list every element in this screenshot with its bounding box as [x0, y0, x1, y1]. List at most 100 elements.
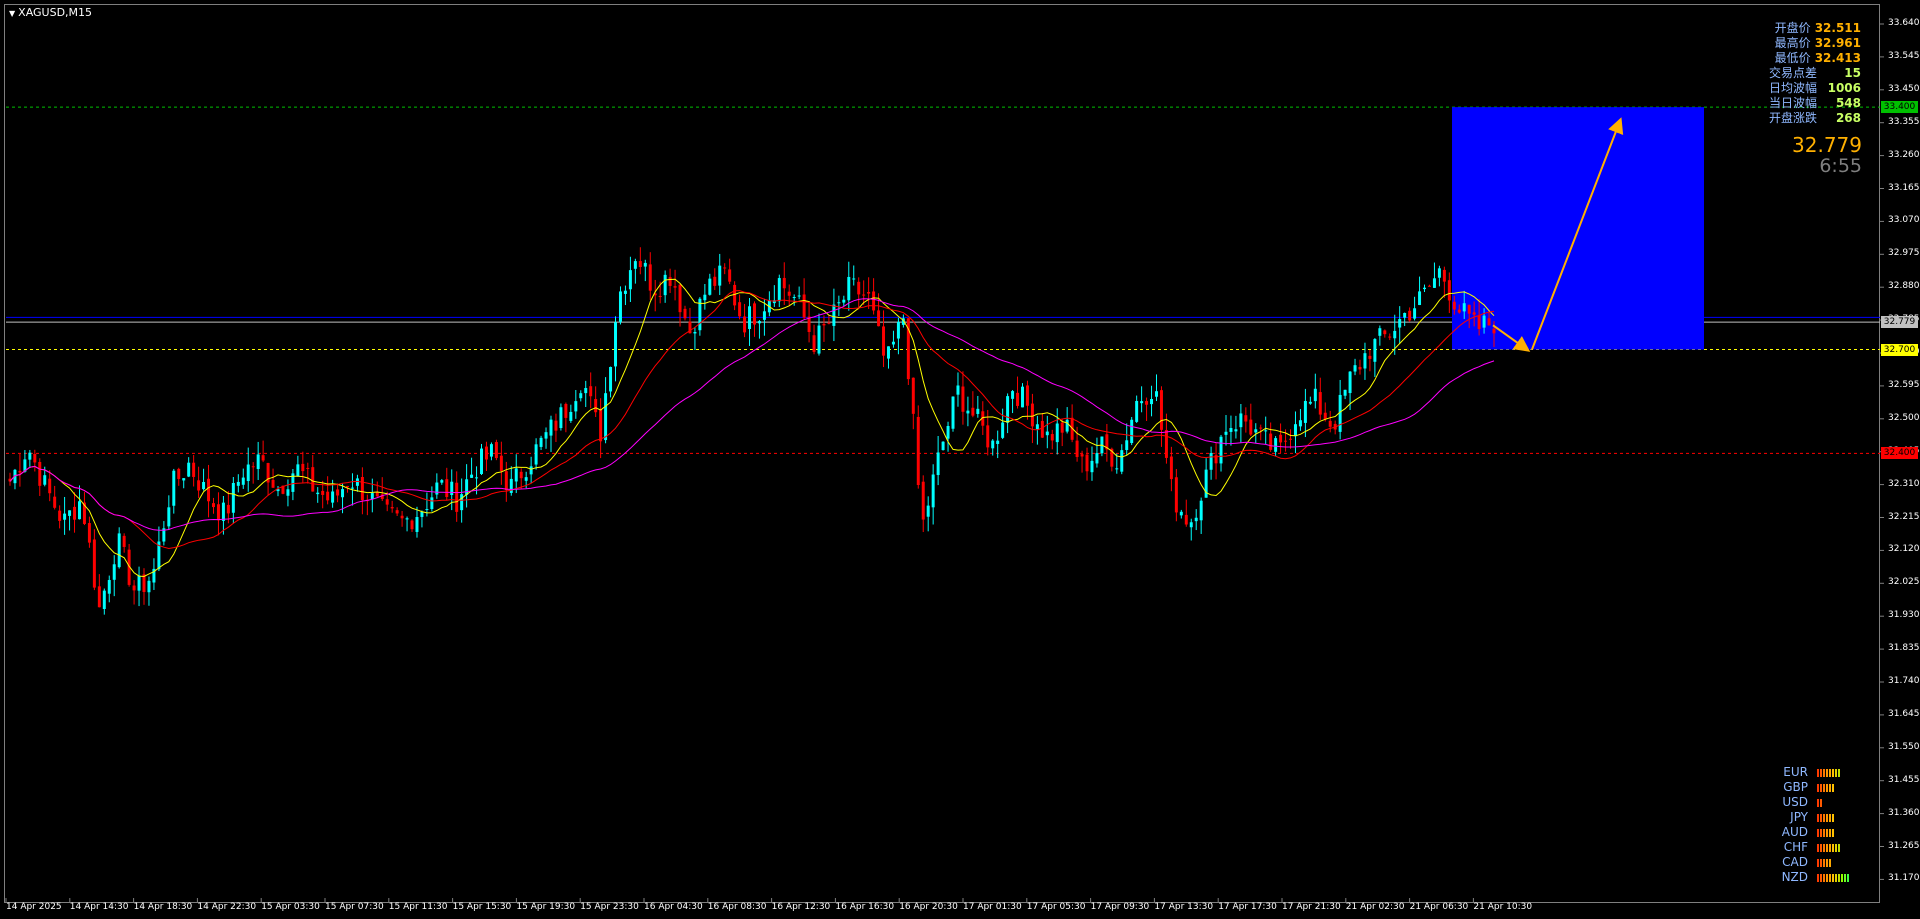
candle	[574, 389, 578, 419]
candle	[976, 395, 980, 418]
candle-body	[1135, 400, 1139, 422]
candle	[97, 574, 101, 608]
currency-row: EUR	[1772, 765, 1849, 780]
candle-body	[53, 496, 57, 508]
strength-bar	[1826, 843, 1828, 852]
candle	[693, 326, 697, 350]
candle-body	[107, 580, 111, 594]
candle	[643, 259, 647, 282]
candle	[1145, 397, 1149, 421]
candle	[941, 441, 945, 451]
candle	[1403, 312, 1407, 327]
candle-body	[1001, 422, 1005, 438]
candle-body	[350, 487, 354, 489]
candle	[33, 449, 37, 472]
strength-bar	[1820, 873, 1822, 882]
candle	[579, 390, 583, 402]
strength-bar	[1823, 768, 1825, 777]
candle-body	[1358, 366, 1362, 370]
candle	[1100, 436, 1104, 457]
candle	[1398, 306, 1402, 344]
candle-body	[886, 346, 890, 359]
candle	[231, 477, 235, 524]
candle	[261, 440, 265, 463]
candle	[1437, 265, 1441, 287]
strength-bar	[1829, 783, 1831, 792]
time-tick-label: 14 Apr 18:30	[133, 902, 193, 912]
strength-bar	[1823, 813, 1825, 822]
candle	[1050, 429, 1054, 450]
candle-body	[579, 393, 583, 399]
currency-row: GBP	[1772, 780, 1849, 795]
time-tick-label: 15 Apr 07:30	[325, 902, 384, 912]
candle	[142, 568, 146, 605]
candle-body	[306, 467, 310, 469]
candle	[1179, 509, 1183, 519]
candle	[440, 478, 444, 485]
candle	[246, 447, 250, 492]
candle	[653, 279, 657, 312]
price-tick-label: 31.835	[1888, 643, 1920, 654]
candle-body	[544, 432, 548, 439]
candle	[1120, 444, 1124, 475]
candles	[8, 247, 1496, 615]
currency-row: USD	[1772, 795, 1849, 810]
candle	[1318, 377, 1322, 420]
candle	[782, 262, 786, 305]
strength-bar	[1826, 783, 1828, 792]
candle	[633, 258, 637, 284]
candle-body	[1313, 388, 1317, 402]
candle	[589, 372, 593, 409]
candle-body	[529, 466, 533, 475]
candle-body	[1045, 431, 1049, 436]
strength-bar	[1823, 873, 1825, 882]
candle	[961, 371, 965, 425]
candle-body	[484, 446, 488, 460]
candle-body	[112, 564, 116, 580]
candle	[628, 256, 632, 303]
candle-body	[1035, 424, 1039, 430]
candle	[326, 476, 330, 505]
strength-bar	[1823, 843, 1825, 852]
candle-body	[1040, 420, 1044, 438]
candle	[1105, 423, 1109, 462]
candle-body	[1442, 269, 1446, 282]
candle	[470, 457, 474, 478]
info-label: 交易点差	[1768, 66, 1817, 80]
candle	[1264, 416, 1268, 444]
price-chart[interactable]	[0, 0, 1920, 919]
candle	[703, 283, 707, 310]
candle	[946, 421, 950, 452]
strength-bar	[1820, 798, 1822, 807]
strength-bar	[1841, 873, 1843, 882]
info-panel: 开盘价 32.511 最高价 32.961 最低价 32.413 交易点差 15 日均波幅 100…	[1769, 21, 1861, 126]
candle	[1080, 450, 1084, 473]
candle-body	[1150, 399, 1154, 405]
candle	[489, 442, 493, 461]
current-price-display: 32.779	[1792, 133, 1862, 157]
ma-fast-line	[9, 278, 1495, 578]
candle-body	[1343, 389, 1347, 396]
candle-body	[728, 269, 732, 282]
candle-body	[614, 322, 618, 367]
candle	[1378, 325, 1382, 346]
strength-bar	[1826, 768, 1828, 777]
candle	[1115, 453, 1119, 474]
candle	[1016, 376, 1020, 409]
candle	[852, 265, 856, 286]
candle-body	[524, 477, 528, 481]
candle-body	[1145, 401, 1149, 405]
time-tick-label: 14 Apr 22:30	[197, 902, 257, 912]
candle	[1090, 446, 1094, 481]
candle	[1363, 342, 1367, 380]
candle-body	[1368, 355, 1372, 359]
time-tick-label: 17 Apr 21:30	[1282, 902, 1341, 912]
candle	[286, 479, 290, 507]
candle	[564, 402, 568, 433]
candle	[812, 324, 816, 355]
candle-body	[1085, 454, 1089, 472]
candle-body	[241, 477, 245, 485]
candle-body	[63, 513, 67, 520]
candle-body	[475, 477, 479, 479]
candle	[221, 495, 225, 535]
